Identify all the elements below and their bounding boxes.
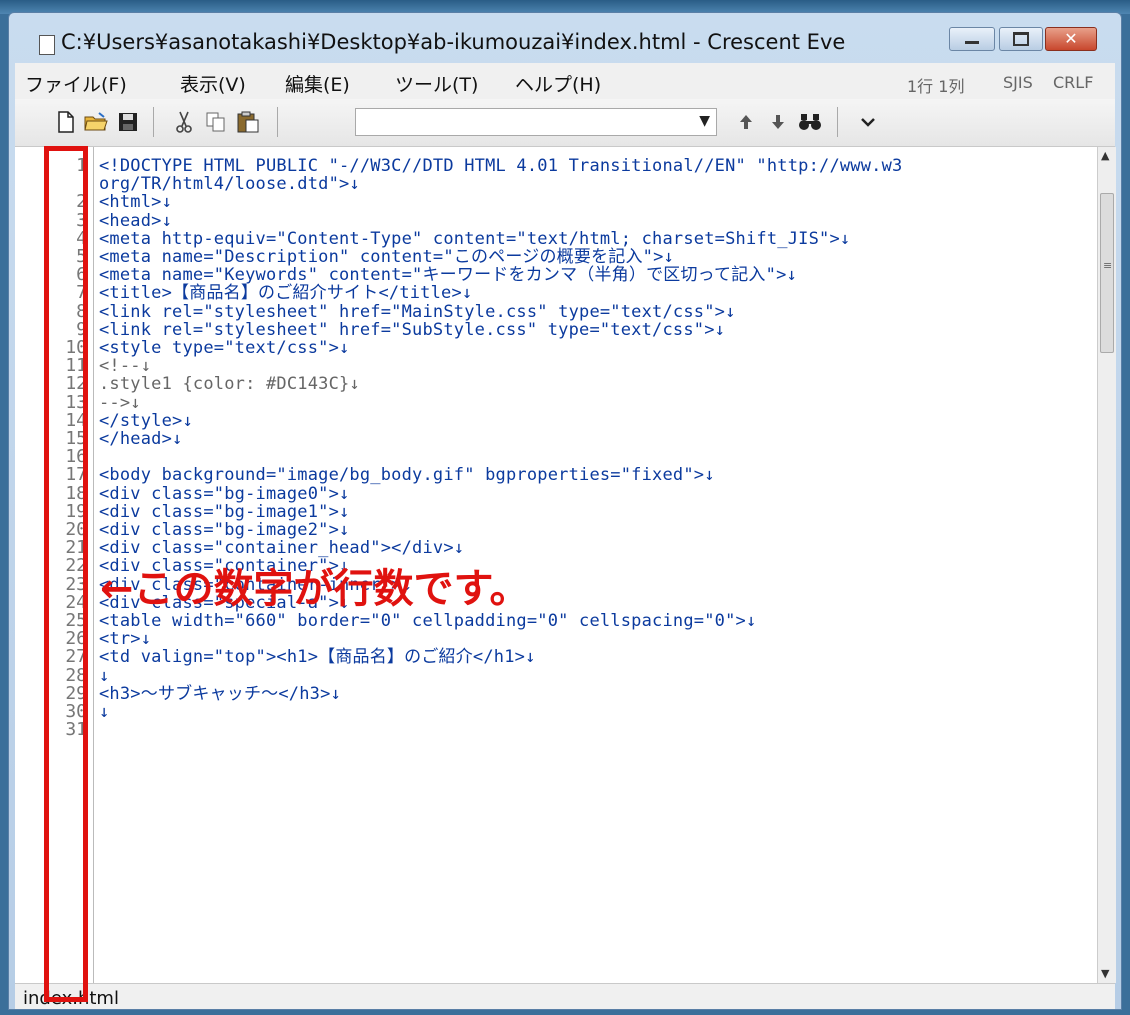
close-icon: ✕: [1064, 29, 1078, 48]
code-line: <div class="bg-image0">↓: [99, 483, 350, 504]
find-icon[interactable]: [797, 109, 823, 135]
code-line: <meta name="Description" content="このページの…: [99, 247, 674, 267]
line-number: 2: [76, 191, 87, 213]
line-number: 17: [65, 464, 87, 486]
file-tab[interactable]: index.html: [23, 988, 119, 1009]
newline-indicator: CRLF: [1053, 73, 1094, 92]
line-number-gutter: 1 2 3 4 5 6 7 8 9 10 11 12 13 14 15 16 17 18 19 20 21 22 23 24 2…: [15, 147, 94, 983]
arrow-up-icon[interactable]: [733, 109, 759, 135]
toolbar-separator: [837, 107, 838, 137]
new-file-icon[interactable]: [53, 109, 79, 135]
code-line: <link rel="stylesheet" href="SubStyle.cs…: [99, 319, 726, 340]
scrollbar-grip-icon: ≡: [1103, 259, 1113, 272]
line-number: 23: [65, 573, 87, 595]
line-number: 28: [65, 664, 87, 686]
scroll-up-icon[interactable]: ▲: [1101, 149, 1109, 162]
toolbar-separator: [153, 107, 154, 137]
maximize-button[interactable]: [999, 27, 1043, 51]
menu-edit[interactable]: 編集(E): [285, 70, 350, 97]
code-line: org/TR/html4/loose.dtd">↓: [99, 174, 360, 195]
code-line: <div class="container_head"></div>↓: [99, 538, 465, 559]
copy-icon[interactable]: [203, 109, 229, 135]
minimize-icon: [950, 28, 994, 50]
dropdown-arrow-icon[interactable]: ▼: [699, 113, 710, 129]
save-icon[interactable]: [115, 109, 141, 135]
code-line: ↓: [99, 665, 110, 686]
line-number: 31: [65, 719, 87, 741]
menu-help[interactable]: ヘルプ(H): [515, 70, 601, 97]
line-number: 8: [76, 300, 87, 322]
code-line: <td valign="top"><h1>【商品名】のご紹介</h1>↓: [99, 647, 536, 668]
code-line: <table width="660" border="0" cellpaddin…: [99, 611, 757, 631]
window-title: C:¥Users¥asanotakashi¥Desktop¥ab-ikumouz…: [61, 30, 846, 54]
menu-view[interactable]: 表示(V): [180, 70, 246, 97]
code-line: <div class="bg-image1">↓: [99, 501, 350, 522]
code-line: <div class="bg-image2">↓: [99, 520, 350, 540]
code-line: <meta http-equiv="Content-Type" content=…: [99, 228, 851, 249]
scroll-down-icon[interactable]: ▼: [1101, 967, 1109, 980]
search-combo[interactable]: ▼: [355, 108, 717, 136]
menu-bar: ファイル(F) 表示(V) 編集(E) ツール(T) ヘルプ(H) 1行 1列 …: [15, 63, 1115, 99]
code-line: <tr>↓: [99, 629, 152, 650]
close-button[interactable]: ✕: [1045, 27, 1097, 51]
code-line: <!--↓: [99, 356, 152, 377]
status-bar: index.html: [15, 983, 1115, 1009]
menu-tools[interactable]: ツール(T): [395, 70, 478, 97]
encoding-indicator: SJIS: [1003, 73, 1033, 92]
line-number: 18: [65, 482, 87, 504]
code-line: <style type="text/css">↓: [99, 338, 350, 358]
code-line: ↓: [99, 702, 110, 722]
line-number: 3: [76, 209, 87, 231]
code-line: <html>↓: [99, 192, 173, 213]
code-line: <link rel="stylesheet" href="MainStyle.c…: [99, 301, 736, 322]
line-number: 27: [65, 646, 87, 668]
code-line: <h3>～サブキャッチ～</h3>↓: [99, 683, 341, 704]
vertical-scrollbar[interactable]: ▲ ≡ ▼: [1097, 147, 1116, 983]
line-number: 22: [65, 555, 87, 577]
document-icon: [39, 35, 55, 55]
code-line: -->↓: [99, 392, 141, 413]
code-line: .style1 {color: #DC143C}↓: [99, 374, 360, 395]
toolbar: ▼: [15, 99, 1115, 147]
line-number: 12: [65, 373, 87, 395]
title-bar[interactable]: C:¥Users¥asanotakashi¥Desktop¥ab-ikumouz…: [9, 13, 1121, 63]
arrow-down-icon[interactable]: [765, 109, 791, 135]
line-number: 13: [65, 391, 87, 413]
scrollbar-thumb[interactable]: [1100, 193, 1114, 353]
code-line: <head>↓: [99, 210, 173, 231]
chevron-down-icon[interactable]: [855, 109, 881, 135]
code-line: </style>↓: [99, 410, 193, 431]
code-line: <!DOCTYPE HTML PUBLIC "-//W3C//DTD HTML …: [99, 156, 903, 176]
line-number: 1: [76, 155, 87, 176]
menu-file[interactable]: ファイル(F): [25, 70, 127, 97]
maximize-icon: [1000, 28, 1042, 50]
code-line: <body background="image/bg_body.gif" bgp…: [99, 465, 715, 486]
open-folder-icon[interactable]: [83, 109, 109, 135]
paste-icon[interactable]: [235, 109, 261, 135]
code-line: <title>【商品名】のご紹介サイト</title>↓: [99, 283, 473, 304]
editor-window: C:¥Users¥asanotakashi¥Desktop¥ab-ikumouz…: [8, 12, 1122, 1010]
cut-icon[interactable]: [171, 109, 197, 135]
annotation-text: ←この数字が行数です。: [100, 566, 530, 612]
minimize-button[interactable]: [949, 27, 995, 51]
toolbar-separator: [277, 107, 278, 137]
code-line: <meta name="Keywords" content="キーワードをカンマ…: [99, 265, 797, 286]
line-number: 7: [76, 282, 87, 304]
code-line: </head>↓: [99, 429, 183, 449]
cursor-position: 1行 1列: [907, 77, 965, 96]
